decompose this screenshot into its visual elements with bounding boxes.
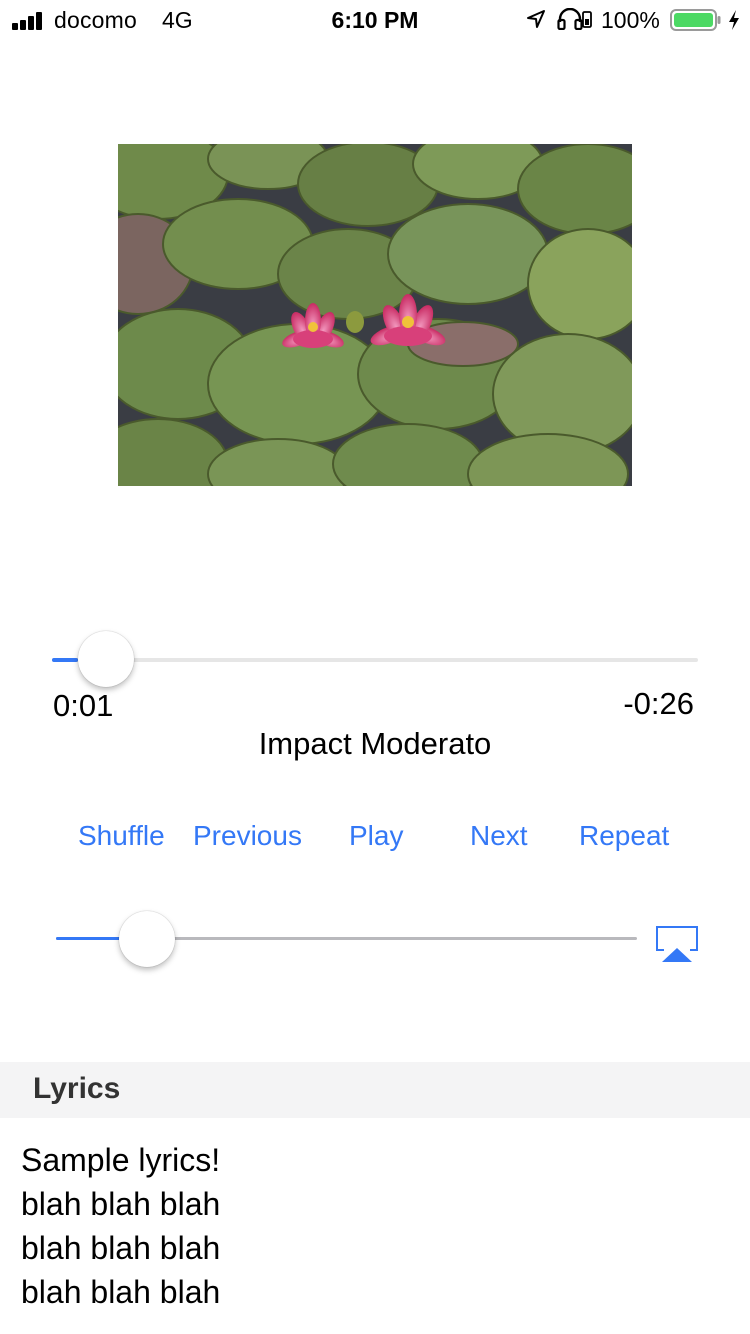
- lyrics-line: blah blah blah: [21, 1274, 221, 1310]
- repeat-button[interactable]: Repeat: [579, 820, 669, 852]
- next-button[interactable]: Next: [470, 820, 528, 852]
- lyrics-line: blah blah blah: [21, 1186, 221, 1222]
- lyrics-text: Sample lyrics! blah blah blah blah blah …: [21, 1138, 220, 1314]
- shuffle-button[interactable]: Shuffle: [78, 820, 165, 852]
- status-bar: docomo 4G 6:10 PM 100%: [0, 0, 750, 40]
- water-lily-artwork: [118, 144, 632, 486]
- play-button[interactable]: Play: [349, 820, 403, 852]
- headphones-icon: [557, 8, 583, 30]
- track-title: Impact Moderato: [258, 726, 492, 761]
- battery-percent: 100%: [601, 7, 660, 33]
- volume-thumb[interactable]: [119, 911, 175, 967]
- progress-thumb[interactable]: [78, 631, 134, 687]
- volume-fill: [56, 937, 126, 940]
- album-artwork: [118, 144, 632, 486]
- orientation-lock-icon: [582, 11, 592, 28]
- charging-icon: [729, 10, 739, 30]
- lyrics-line: blah blah blah: [21, 1230, 221, 1266]
- progress-slider[interactable]: [52, 658, 698, 662]
- progress-fill: [52, 658, 78, 662]
- battery-icon: [670, 9, 721, 31]
- lyrics-line: Sample lyrics!: [21, 1142, 221, 1178]
- previous-button[interactable]: Previous: [193, 820, 302, 852]
- lyrics-title: Lyrics: [33, 1072, 121, 1105]
- airplay-icon[interactable]: [654, 924, 700, 964]
- lyrics-section-header: Lyrics: [0, 1062, 750, 1118]
- remaining-time: -0:26: [623, 686, 694, 721]
- location-icon: [527, 10, 545, 28]
- elapsed-time: 0:01: [53, 688, 114, 723]
